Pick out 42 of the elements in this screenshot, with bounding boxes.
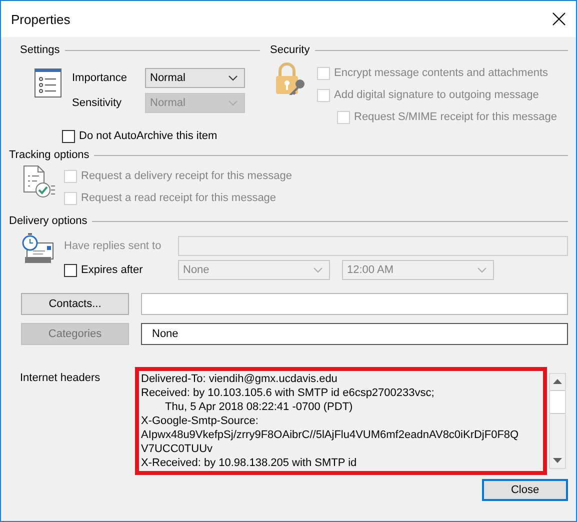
field-label: Importance [72, 72, 128, 84]
padlock-key-icon [273, 62, 307, 96]
checkbox-label: Add digital signature to outgoing message [334, 89, 539, 101]
header-line: AIpwx48u9VkefpSj/zrry9F8OAibrC//5lAjFlu4VUM6mf2eadnAV8c0iKrDjF0F8Q [141, 428, 520, 442]
window-title: Properties [11, 12, 70, 26]
field-label: Internet headers [19, 371, 102, 384]
dropdown[interactable]: Normal [145, 68, 245, 88]
checkbox-label: Expires after [81, 264, 143, 276]
header-line: Received: by 10.103.105.6 with SMTP id e6csp2700233vsc; [141, 386, 436, 400]
section-title: Security [270, 44, 310, 56]
scrollbar[interactable] [549, 373, 566, 469]
list-document-icon [34, 68, 62, 98]
section-title: Delivery options [9, 215, 88, 227]
button[interactable]: Contacts... [21, 293, 129, 315]
checkbox[interactable] [62, 130, 75, 142]
close-icon [552, 12, 566, 26]
section-title: Settings [20, 44, 60, 56]
header-line: Delivered-To: viendih@gmx.ucdavis.edu [141, 372, 338, 386]
arrow-up-icon [553, 379, 562, 384]
close-button[interactable]: Close [482, 479, 568, 501]
checkbox-label: Request S/MIME receipt for this message [354, 111, 557, 123]
checkbox-label: Request a read receipt for this message [81, 192, 276, 204]
checkbox-label: Do not AutoArchive this item [79, 130, 218, 142]
field-label: Sensitivity [72, 97, 123, 109]
headers-textbox[interactable] [135, 367, 547, 475]
chevron-down-icon [228, 75, 238, 81]
header-line: X-Received: by 10.98.138.205 with SMTP id [141, 456, 358, 470]
text-field[interactable] [141, 293, 568, 315]
chevron-down-icon [228, 100, 238, 106]
header-line: X-Google-Smtp-Source: [141, 414, 260, 428]
field-label: Have replies sent to [64, 240, 162, 252]
header-line: V7UCC0TUUv [141, 442, 214, 456]
checklist-document-icon [21, 165, 55, 199]
header-line: Thu, 5 Apr 2018 08:22:41 -0700 (PDT) [164, 400, 354, 414]
envelope-stopwatch-icon [21, 231, 55, 265]
checkbox-label: Encrypt message contents and attachments [334, 67, 548, 79]
checkbox-label: Request a delivery receipt for this message [81, 170, 292, 182]
arrow-down-icon [553, 458, 562, 463]
scrollbar-thumb[interactable] [550, 390, 565, 414]
chevron-down-icon [477, 267, 487, 273]
chevron-down-icon [313, 267, 323, 273]
section-title: Tracking options [9, 149, 90, 161]
